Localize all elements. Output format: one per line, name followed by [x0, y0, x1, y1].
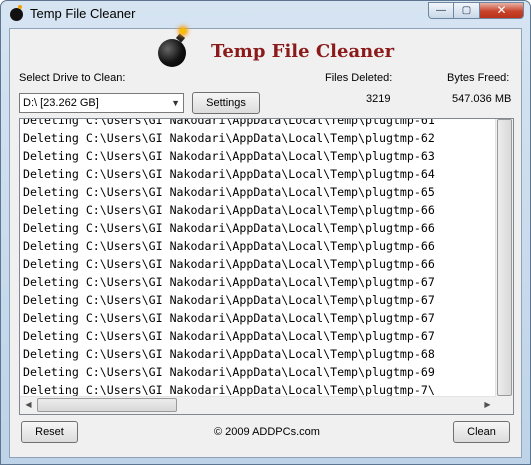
log-line: Deleting C:\Users\GI Nakodari\AppData\Lo… [23, 203, 435, 217]
log-line: Deleting C:\Users\GI Nakodari\AppData\Lo… [23, 275, 435, 289]
settings-button[interactable]: Settings [192, 92, 260, 114]
log-line: Deleting C:\Users\GI Nakodari\AppData\Lo… [23, 365, 435, 379]
copyright-text: © 2009 ADDPCs.com [214, 426, 320, 438]
maximize-button[interactable]: ▢ [454, 2, 480, 19]
drive-select-value: D:\ [23.262 GB] [23, 97, 99, 109]
log-line: Deleting C:\Users\GI Nakodari\AppData\Lo… [23, 239, 435, 253]
log-line: Deleting C:\Users\GI Nakodari\AppData\Lo… [23, 383, 435, 397]
log-line: Deleting C:\Users\GI Nakodari\AppData\Lo… [23, 185, 435, 199]
horizontal-scrollbar[interactable]: ◀ ▶ [20, 396, 496, 414]
minimize-button[interactable]: — [428, 2, 454, 19]
log-line: Deleting C:\Users\GI Nakodari\AppData\Lo… [23, 257, 435, 271]
horizontal-scroll-thumb[interactable] [37, 398, 177, 412]
deletion-log[interactable]: Deleting C:\Users\GI Nakodari\AppData\Lo… [19, 118, 514, 415]
log-line: Deleting C:\Users\GI Nakodari\AppData\Lo… [23, 347, 435, 361]
bomb-icon [158, 28, 186, 67]
close-button[interactable]: ✕ [480, 2, 524, 19]
bytes-freed-value: 547.036 MB [452, 93, 512, 105]
scroll-corner [496, 397, 513, 414]
bomb-icon [10, 5, 23, 21]
log-line: Deleting C:\Users\GI Nakodari\AppData\Lo… [23, 167, 435, 181]
window-title: Temp File Cleaner [30, 6, 136, 21]
app-window: Temp File Cleaner — ▢ ✕ Temp File Cleane… [0, 0, 531, 465]
chevron-down-icon[interactable]: ▼ [171, 94, 180, 112]
log-line: Deleting C:\Users\GI Nakodari\AppData\Lo… [23, 311, 435, 325]
drive-select[interactable]: D:\ [23.262 GB] ▼ [19, 93, 184, 113]
reset-button[interactable]: Reset [21, 421, 78, 443]
log-line: Deleting C:\Users\GI Nakodari\AppData\Lo… [23, 329, 435, 343]
bytes-freed-label: Bytes Freed: [447, 72, 510, 84]
log-lines: Deleting C:\Users\GI Nakodari\AppData\Lo… [23, 118, 495, 397]
log-line: Deleting C:\Users\GI Nakodari\AppData\Lo… [23, 293, 435, 307]
clean-button[interactable]: Clean [453, 421, 510, 443]
scroll-right-icon[interactable]: ▶ [479, 397, 496, 413]
log-line: Deleting C:\Users\GI Nakodari\AppData\Lo… [23, 221, 435, 235]
client-area: Temp File Cleaner Select Drive to Clean:… [9, 28, 522, 458]
app-title: Temp File Cleaner [211, 41, 395, 62]
log-line: Deleting C:\Users\GI Nakodari\AppData\Lo… [23, 118, 435, 127]
caption-buttons: — ▢ ✕ [428, 2, 524, 19]
files-deleted-label: Files Deleted: [325, 72, 393, 84]
files-deleted-value: 3219 [366, 93, 391, 105]
log-line: Deleting C:\Users\GI Nakodari\AppData\Lo… [23, 131, 435, 145]
vertical-scroll-thumb[interactable] [497, 119, 512, 396]
scroll-left-icon[interactable]: ◀ [20, 397, 37, 413]
drive-label: Select Drive to Clean: [19, 72, 126, 84]
vertical-scrollbar[interactable] [495, 119, 513, 397]
log-line: Deleting C:\Users\GI Nakodari\AppData\Lo… [23, 149, 435, 163]
